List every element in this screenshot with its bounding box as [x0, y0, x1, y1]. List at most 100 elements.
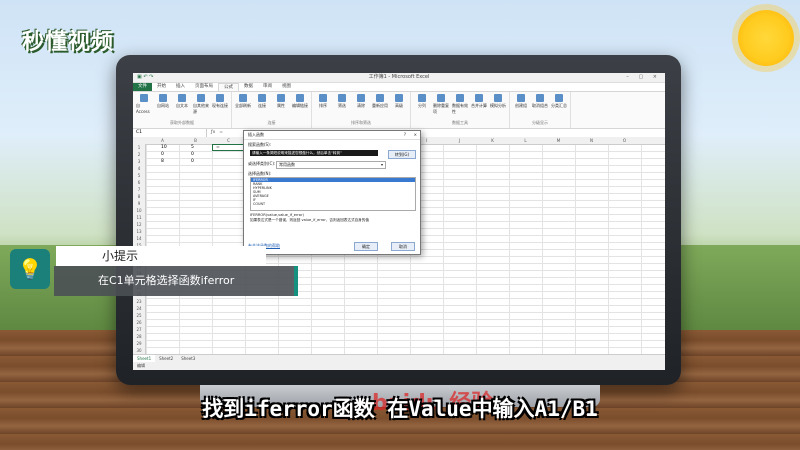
- ribbon-button[interactable]: 自文本: [174, 94, 190, 115]
- ribbon-button[interactable]: 全部刷新: [235, 94, 251, 109]
- ribbon-button[interactable]: 分列: [414, 94, 430, 115]
- tab-3[interactable]: 页面布局: [190, 83, 218, 91]
- row-header[interactable]: 6: [133, 179, 145, 186]
- column-header[interactable]: L: [509, 137, 542, 144]
- cell-a[interactable]: 10: [161, 144, 167, 151]
- cell-a[interactable]: 0: [161, 151, 164, 158]
- ribbon-button[interactable]: 取消组合: [532, 94, 548, 109]
- row-header[interactable]: 2: [133, 151, 145, 158]
- dialog-title-bar: 插入函数 × ?: [244, 131, 420, 140]
- column-header[interactable]: A: [146, 137, 179, 144]
- column-header[interactable]: O: [608, 137, 641, 144]
- ribbon-button-label: 创建组: [515, 103, 527, 108]
- function-item[interactable]: COUNT: [251, 202, 415, 206]
- help-icon[interactable]: ?: [404, 131, 406, 139]
- formula-input[interactable]: =: [215, 129, 223, 137]
- row-header[interactable]: 4: [133, 165, 145, 172]
- dialog-title: 插入函数: [248, 132, 264, 137]
- row-header[interactable]: 13: [133, 228, 145, 235]
- ribbon-button[interactable]: 清除: [353, 94, 369, 109]
- lightbulb-icon: 💡: [10, 249, 50, 289]
- cell-a[interactable]: 8: [161, 158, 164, 165]
- row-header[interactable]: 14: [133, 235, 145, 242]
- row-header[interactable]: 8: [133, 193, 145, 200]
- sheet-tab[interactable]: Sheet1: [133, 355, 156, 362]
- function-list[interactable]: IFERROR RANK HYPERLINK SUM AVERAGE IF COUNT: [250, 177, 416, 211]
- tab-4[interactable]: 公式: [218, 83, 239, 91]
- row-header[interactable]: 10: [133, 207, 145, 214]
- close-icon[interactable]: ×: [414, 131, 417, 139]
- row-header[interactable]: 7: [133, 186, 145, 193]
- ribbon-button[interactable]: 自网站: [155, 94, 171, 115]
- category-select[interactable]: 常用函数 ▾: [276, 161, 386, 169]
- ribbon-button-label: 分类汇总: [551, 103, 567, 108]
- ribbon-button[interactable]: 高级: [391, 94, 407, 109]
- row-header[interactable]: 30: [133, 347, 145, 354]
- ribbon-button[interactable]: 模拟分析: [490, 94, 506, 115]
- ribbon-button[interactable]: 编辑链接: [292, 94, 308, 109]
- row-header[interactable]: 27: [133, 326, 145, 333]
- tab-5[interactable]: 数据: [239, 83, 258, 91]
- row-header[interactable]: 28: [133, 333, 145, 340]
- ribbon-buttons: 自Access 自网站 自文本 自其他来源 现有连接: [136, 94, 228, 115]
- ok-button[interactable]: 确定: [354, 242, 378, 251]
- ribbon-button[interactable]: 创建组: [513, 94, 529, 109]
- sheet-tabs: Sheet1 Sheet2 Sheet3: [133, 354, 665, 362]
- row-header[interactable]: 29: [133, 340, 145, 347]
- cell-b[interactable]: 0: [191, 151, 194, 158]
- row-header[interactable]: 5: [133, 172, 145, 179]
- ribbon-button[interactable]: 筛选: [334, 94, 350, 109]
- cell-b[interactable]: 0: [191, 158, 194, 165]
- ribbon-group-name: 获取外部数据: [170, 120, 194, 125]
- row-header[interactable]: 3: [133, 158, 145, 165]
- row-header[interactable]: 23: [133, 298, 145, 305]
- window-title: 工作簿1 - Microsoft Excel: [368, 74, 430, 80]
- column-header[interactable]: B: [179, 137, 212, 144]
- row-header[interactable]: 1: [133, 144, 145, 151]
- row-header[interactable]: 9: [133, 200, 145, 207]
- selected-cell[interactable]: [212, 144, 245, 151]
- ribbon-button[interactable]: 删除重复项: [433, 94, 449, 115]
- row-header[interactable]: 26: [133, 319, 145, 326]
- cell-b[interactable]: 5: [191, 144, 194, 151]
- ribbon-button[interactable]: 自其他来源: [193, 94, 209, 115]
- column-header[interactable]: K: [476, 137, 509, 144]
- column-header[interactable]: C: [212, 137, 245, 144]
- ribbon-button-label: 现有连接: [212, 103, 228, 108]
- ribbon-button[interactable]: 现有连接: [212, 94, 228, 115]
- row-header[interactable]: 24: [133, 305, 145, 312]
- window-controls[interactable]: – ▢ ×: [626, 73, 661, 82]
- cancel-button[interactable]: 取消: [391, 242, 415, 251]
- ribbon-button[interactable]: 重新应用: [372, 94, 388, 109]
- ribbon-button[interactable]: 分类汇总: [551, 94, 567, 109]
- title-bar: ▣ ↶ ↷ 工作簿1 - Microsoft Excel – ▢ ×: [133, 73, 665, 83]
- sheet-tab[interactable]: Sheet3: [177, 355, 199, 362]
- ribbon-button[interactable]: 数据有效性: [452, 94, 468, 115]
- ribbon-button[interactable]: 排序: [315, 94, 331, 109]
- tab-2[interactable]: 插入: [171, 83, 190, 91]
- ribbon-group-0: 自Access 自网站 自文本 自其他来源 现有连接获取外部数据: [133, 92, 232, 128]
- row-header[interactable]: 11: [133, 214, 145, 221]
- ribbon-icon: [418, 94, 426, 102]
- chevron-down-icon[interactable]: ▾: [381, 162, 383, 168]
- row-header[interactable]: 12: [133, 221, 145, 228]
- fx-icon[interactable]: ƒx: [207, 129, 215, 137]
- column-header[interactable]: N: [575, 137, 608, 144]
- ribbon-button[interactable]: 自Access: [136, 94, 152, 115]
- tab-7[interactable]: 视图: [277, 83, 296, 91]
- search-input[interactable]: 请输入一条简短说明来描述您想做什么，然后单击“转到”: [250, 150, 378, 156]
- name-box[interactable]: C1: [133, 129, 207, 137]
- column-header[interactable]: M: [542, 137, 575, 144]
- go-button[interactable]: 转到(G): [388, 150, 416, 159]
- ribbon-button[interactable]: 连接: [254, 94, 270, 109]
- tab-1[interactable]: 开始: [152, 83, 171, 91]
- tab-0[interactable]: 文件: [133, 83, 152, 91]
- ribbon-icon: [555, 94, 563, 102]
- tab-6[interactable]: 审阅: [258, 83, 277, 91]
- sheet-tab[interactable]: Sheet2: [155, 355, 177, 362]
- column-header[interactable]: J: [443, 137, 476, 144]
- ribbon-button[interactable]: 合并计算: [471, 94, 487, 115]
- ribbon-group-name: 连接: [267, 120, 276, 125]
- row-header[interactable]: 25: [133, 312, 145, 319]
- ribbon-button[interactable]: 属性: [273, 94, 289, 109]
